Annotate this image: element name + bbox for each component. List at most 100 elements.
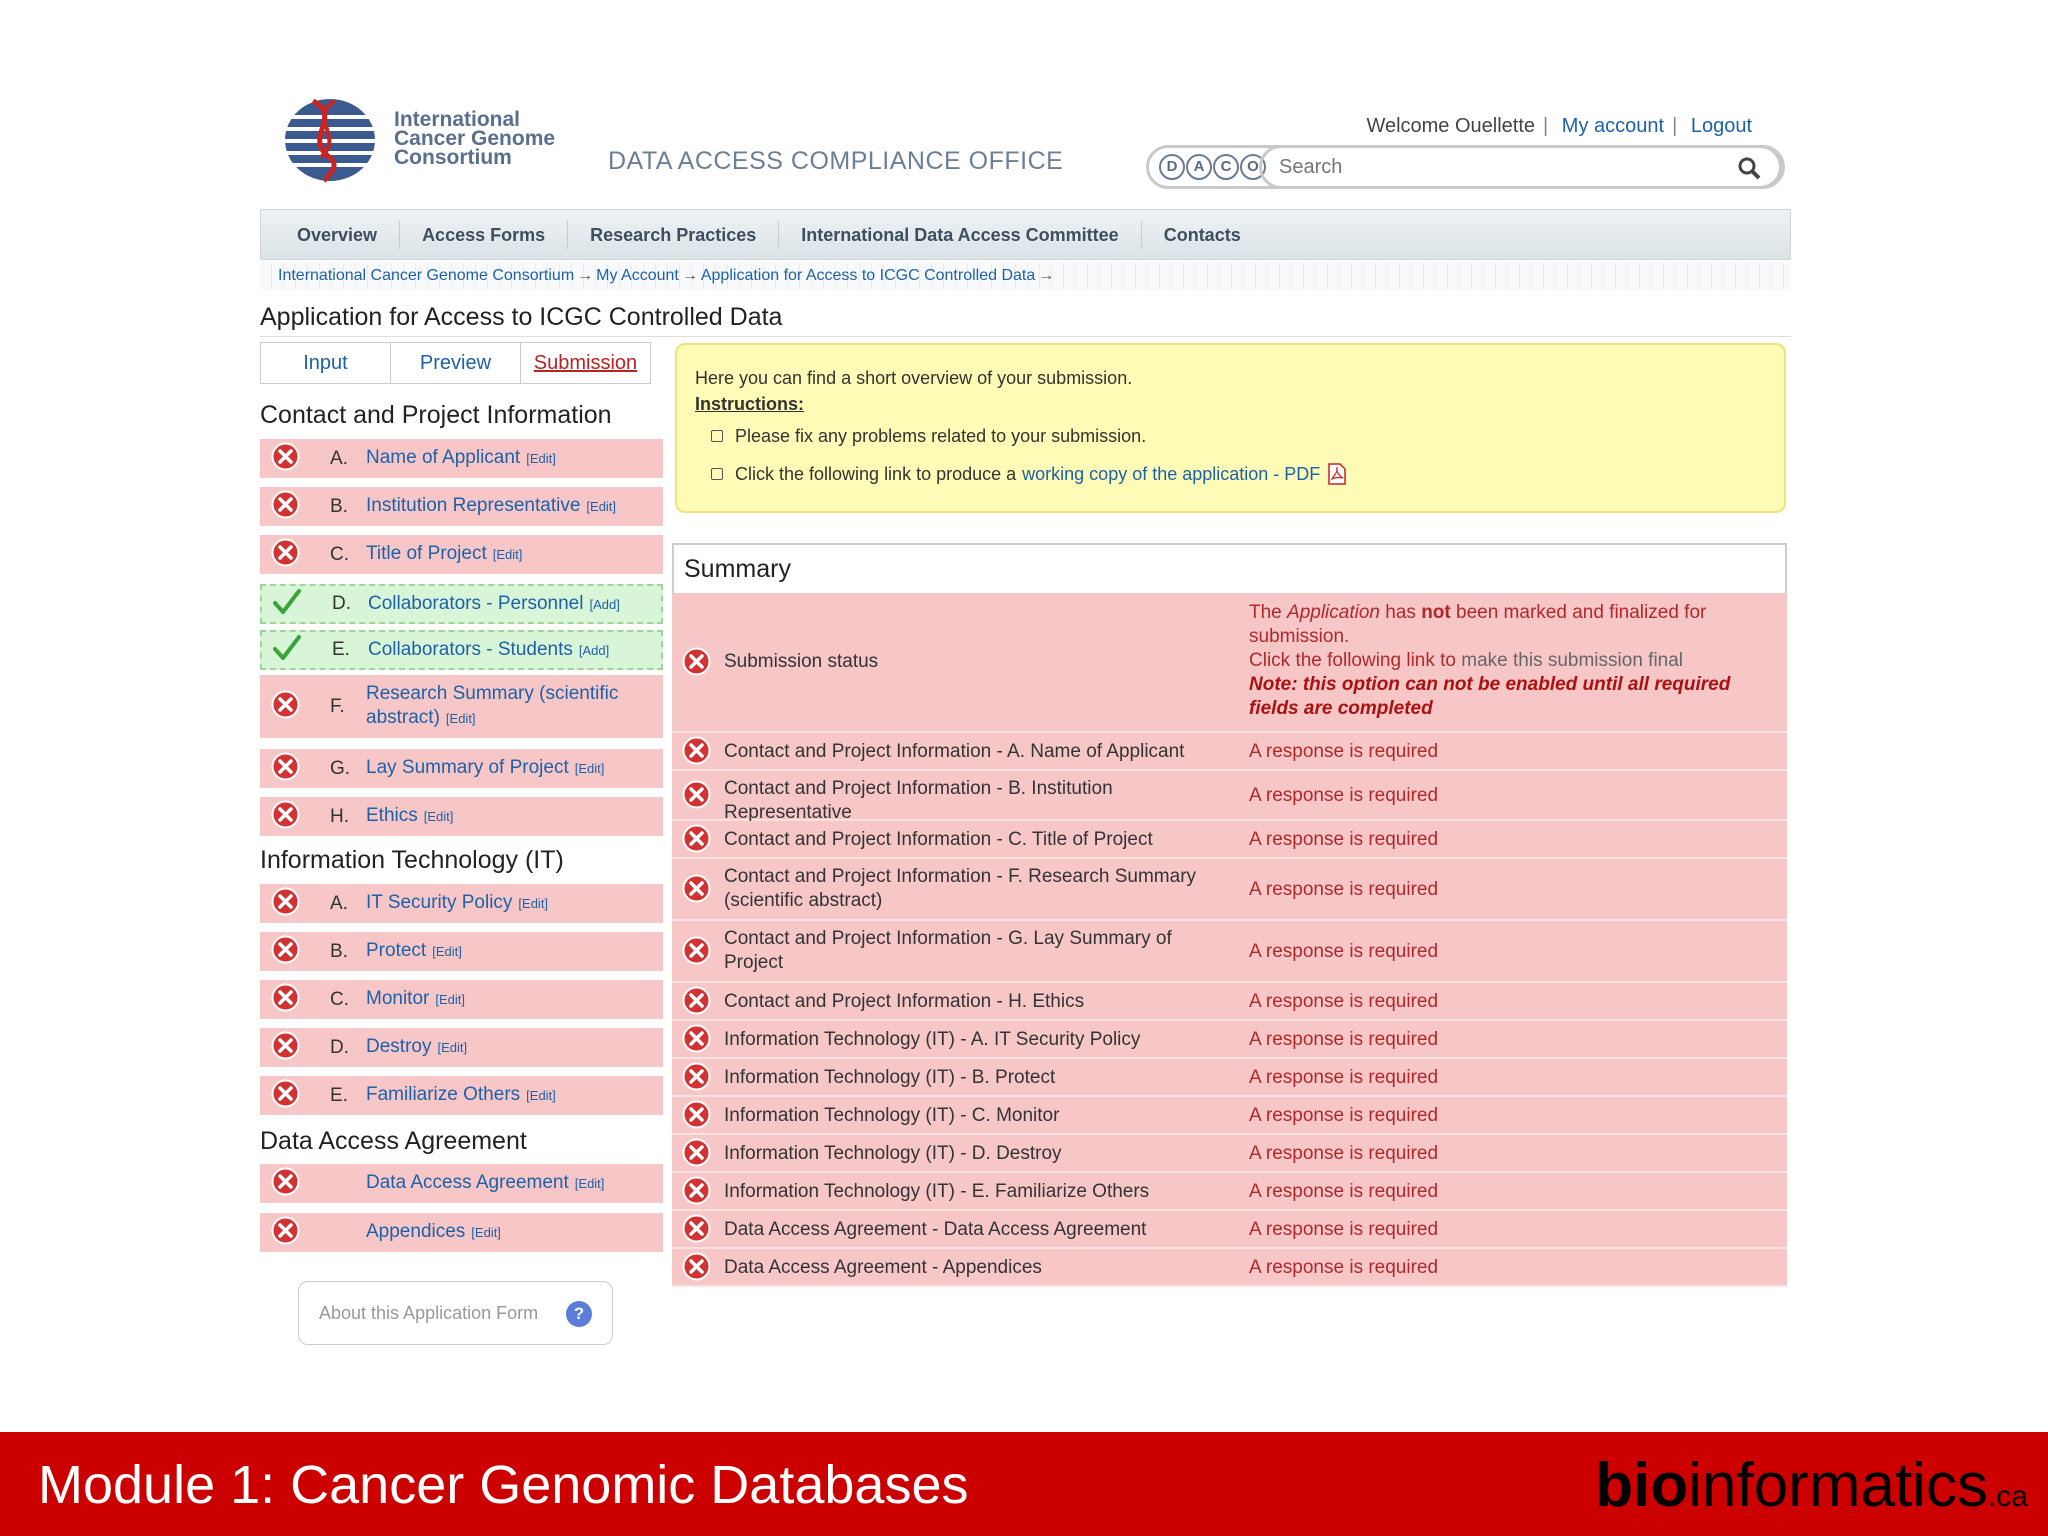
pdf-icon[interactable] [1328, 463, 1347, 485]
item-link[interactable]: Protect [366, 940, 426, 961]
sidebar-item[interactable]: D. Destroy [Edit] [260, 1028, 663, 1070]
edit-link[interactable]: [Add] [579, 643, 609, 658]
breadcrumb-link[interactable]: International Cancer Genome Consortium [278, 267, 574, 284]
item-link[interactable]: Destroy [366, 1036, 431, 1057]
breadcrumb-link[interactable]: My Account [596, 267, 679, 284]
slide-footer: Module 1: Cancer Genomic Databases bioin… [0, 1432, 2048, 1536]
sidebar-item[interactable]: E. Familiarize Others [Edit] [260, 1076, 663, 1118]
error-icon [682, 824, 711, 853]
edit-link[interactable]: [Add] [589, 597, 619, 612]
sidebar-item[interactable]: C. Monitor [Edit] [260, 980, 663, 1022]
edit-link[interactable]: [Edit] [526, 1088, 556, 1103]
sidebar-item[interactable]: G. Lay Summary of Project [Edit] [260, 749, 663, 791]
edit-link[interactable]: [Edit] [526, 451, 556, 466]
tab-preview[interactable]: Preview [391, 343, 521, 383]
nav-idac[interactable]: International Data Access Committee [779, 220, 1142, 249]
table-row: Information Technology (IT) - D. Destroy… [672, 1135, 1787, 1173]
item-link[interactable]: Monitor [366, 988, 429, 1009]
item-link[interactable]: Familiarize Others [366, 1084, 520, 1105]
error-icon [682, 647, 711, 676]
edit-link[interactable]: [Edit] [518, 896, 548, 911]
icgc-logo[interactable] [283, 97, 378, 183]
instructions-heading: Instructions: [695, 394, 805, 414]
error-icon [271, 983, 300, 1011]
item-link[interactable]: Collaborators - Students [368, 639, 573, 660]
sidebar-item[interactable]: C. Title of Project [Edit] [260, 535, 663, 577]
edit-link[interactable]: [Edit] [432, 944, 462, 959]
edit-link[interactable]: [Edit] [471, 1225, 501, 1240]
search-icon[interactable] [1737, 156, 1761, 180]
item-link[interactable]: IT Security Policy [366, 892, 512, 913]
sidebar-item[interactable]: B. Protect [Edit] [260, 932, 663, 974]
table-row: Data Access Agreement - Data Access Agre… [672, 1211, 1787, 1249]
item-link[interactable]: Research Summary (scientific abstract) [366, 683, 618, 728]
item-link[interactable]: Appendices [366, 1221, 465, 1242]
sidebar-item[interactable]: A. IT Security Policy [Edit] [260, 884, 663, 926]
item-letter: H. [330, 805, 349, 827]
item-link[interactable]: Data Access Agreement [366, 1172, 569, 1193]
edit-link[interactable]: [Edit] [446, 711, 476, 726]
my-account-link[interactable]: My account [1562, 115, 1664, 137]
checkmark-icon [273, 634, 301, 660]
item-link[interactable]: Lay Summary of Project [366, 757, 569, 778]
tab-input[interactable]: Input [261, 343, 391, 383]
item-link[interactable]: Institution Representative [366, 495, 580, 516]
nav-overview[interactable]: Overview [275, 220, 401, 249]
error-icon [682, 1176, 711, 1205]
sidebar-item[interactable]: B. Institution Representative [Edit] [260, 487, 663, 529]
table-row: Contact and Project Information - H. Eth… [672, 983, 1787, 1021]
nav-research-practices[interactable]: Research Practices [568, 220, 780, 249]
edit-link[interactable]: [Edit] [493, 547, 523, 562]
error-icon [271, 1216, 300, 1244]
sidebar-item[interactable]: Appendices [Edit] [260, 1213, 663, 1255]
edit-link[interactable]: [Edit] [437, 1040, 467, 1055]
sidebar-item[interactable]: F. Research Summary (scientific abstract)… [260, 675, 663, 741]
edit-link[interactable]: [Edit] [435, 992, 465, 1007]
logout-link[interactable]: Logout [1691, 115, 1752, 137]
table-row: Contact and Project Information - G. Lay… [672, 921, 1787, 983]
field-message: A response is required [1249, 1181, 1439, 1202]
sidebar-item[interactable]: E. Collaborators - Students [Add] [260, 630, 663, 670]
breadcrumb: International Cancer Genome Consortium → M… [260, 262, 1791, 290]
sidebar-item[interactable]: Data Access Agreement [Edit] [260, 1164, 663, 1206]
field-name: Contact and Project Information - B. Ins… [724, 778, 1113, 823]
error-icon [682, 986, 711, 1015]
item-link[interactable]: Ethics [366, 805, 418, 826]
field-message: A response is required [1249, 1105, 1439, 1126]
submission-status-row: Submission status The Application has no… [672, 593, 1787, 733]
pdf-link[interactable]: working copy of the application - PDF [1022, 455, 1320, 493]
brand-logo: bioinformatics.ca [1595, 1451, 2028, 1520]
edit-link[interactable]: [Edit] [575, 1176, 605, 1191]
sidebar-item[interactable]: A. Name of Applicant [Edit] [260, 439, 663, 481]
sidebar-item[interactable]: D. Collaborators - Personnel [Add] [260, 584, 663, 624]
breadcrumb-link[interactable]: Application for Access to ICGC Controlle… [701, 267, 1035, 284]
table-row: Contact and Project Information - C. Tit… [672, 821, 1787, 859]
sidebar-item[interactable]: H. Ethics [Edit] [260, 797, 663, 839]
error-icon [271, 1079, 300, 1107]
nav-access-forms[interactable]: Access Forms [400, 220, 569, 249]
item-link[interactable]: Collaborators - Personnel [368, 593, 583, 614]
tab-submission[interactable]: Submission [521, 343, 650, 383]
edit-link[interactable]: [Edit] [424, 809, 454, 824]
finalize-link[interactable]: make this submission final [1461, 650, 1683, 671]
edit-link[interactable]: [Edit] [575, 761, 605, 776]
error-icon [682, 1138, 711, 1167]
field-name: Information Technology (IT) - C. Monitor [724, 1105, 1060, 1126]
checkbox-icon [711, 430, 723, 442]
nav-contacts[interactable]: Contacts [1142, 221, 1263, 249]
office-title: DATA ACCESS COMPLIANCE OFFICE [608, 147, 1064, 175]
error-icon [271, 442, 300, 470]
field-name: Data Access Agreement - Data Access Agre… [724, 1219, 1147, 1240]
table-row: Information Technology (IT) - B. Protect… [672, 1059, 1787, 1097]
about-form-button[interactable]: About this Application Form ? [298, 1281, 613, 1345]
app-window: International Cancer Genome Consortium D… [0, 0, 2048, 1432]
edit-link[interactable]: [Edit] [586, 499, 616, 514]
field-name: Information Technology (IT) - B. Protect [724, 1067, 1056, 1088]
item-link[interactable]: Title of Project [366, 543, 487, 564]
status-note: Note: this option can not be enabled unt… [1249, 674, 1731, 719]
error-icon [682, 936, 711, 965]
search-input[interactable] [1277, 152, 1717, 182]
item-link[interactable]: Name of Applicant [366, 447, 520, 468]
field-name: Information Technology (IT) - D. Destroy [724, 1143, 1062, 1164]
item-letter: D. [332, 593, 351, 614]
